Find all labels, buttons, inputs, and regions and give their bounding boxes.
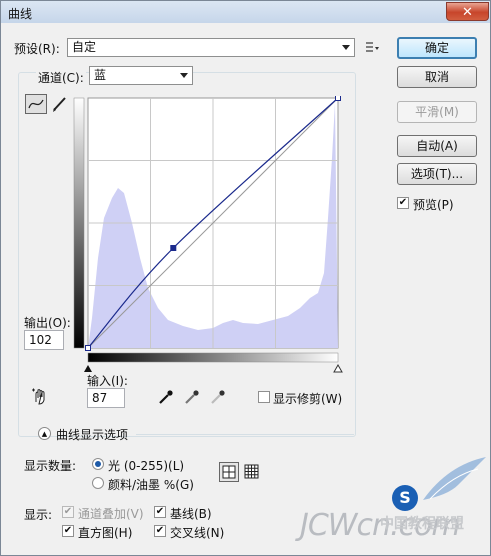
- close-button[interactable]: ✕: [446, 2, 489, 21]
- baseline-label: 基线(B): [170, 507, 212, 521]
- baseline-checkbox[interactable]: ✔: [154, 506, 166, 518]
- show-amount-label: 显示数量:: [24, 459, 77, 473]
- section-divider: [136, 434, 354, 435]
- channel-value: 蓝: [94, 68, 107, 82]
- watermark-wing-icon: [418, 455, 488, 505]
- channel-overlay-label: 通道叠加(V): [78, 507, 144, 521]
- smooth-button[interactable]: 平滑(M): [397, 101, 477, 123]
- preview-checkbox[interactable]: ✔: [397, 197, 409, 209]
- grid-fine-icon[interactable]: [243, 463, 261, 481]
- black-point-slider[interactable]: [84, 365, 92, 372]
- show-label: 显示:: [24, 508, 53, 522]
- light-radio-label: 光 (0-255)(L): [108, 459, 185, 473]
- preset-label: 预设(R):: [14, 42, 60, 56]
- window-title: 曲线: [8, 7, 33, 21]
- histogram-label: 直方图(H): [78, 526, 133, 540]
- auto-button[interactable]: 自动(A): [397, 135, 477, 157]
- light-radio[interactable]: [92, 458, 104, 470]
- intersection-line-label: 交叉线(N): [170, 526, 225, 540]
- pigment-radio[interactable]: [92, 477, 104, 489]
- input-field[interactable]: 87: [87, 388, 125, 408]
- white-point-slider[interactable]: [333, 363, 343, 373]
- watermark-brand: 中国教程联盟: [380, 516, 464, 532]
- cancel-button[interactable]: 取消: [397, 66, 477, 88]
- chevron-down-icon: [180, 73, 188, 78]
- preset-value: 自定: [72, 40, 97, 54]
- preview-label: 预览(P): [413, 198, 454, 212]
- preset-select[interactable]: 自定: [67, 38, 355, 57]
- show-clipping-label: 显示修剪(W): [273, 392, 343, 406]
- curves-graph[interactable]: [70, 96, 345, 376]
- chevron-down-icon: [342, 45, 350, 50]
- curve-point-tool-icon[interactable]: [25, 94, 47, 114]
- intersection-line-checkbox[interactable]: ✔: [154, 525, 166, 537]
- target-adjust-hand-icon[interactable]: [30, 386, 50, 406]
- ok-button[interactable]: 确定: [397, 37, 477, 59]
- curve-control-point[interactable]: [85, 345, 91, 351]
- black-point-eyedropper-icon[interactable]: [157, 388, 175, 406]
- pencil-icon[interactable]: [50, 94, 70, 114]
- preset-options-icon[interactable]: [364, 39, 380, 55]
- watermark-logo-badge: S: [392, 485, 418, 511]
- grid-coarse-icon[interactable]: [219, 462, 239, 482]
- options-button[interactable]: 选项(T)...: [397, 163, 477, 185]
- title-bar[interactable]: 曲线 ✕: [1, 1, 490, 23]
- curve-control-point[interactable]: [170, 245, 177, 251]
- show-clipping-checkbox[interactable]: [258, 391, 270, 403]
- channel-select[interactable]: 蓝: [89, 66, 193, 85]
- white-point-eyedropper-icon[interactable]: [209, 388, 227, 406]
- pigment-radio-label: 颜料/油墨 %(G): [108, 478, 194, 492]
- histogram-checkbox[interactable]: ✔: [62, 525, 74, 537]
- gray-point-eyedropper-icon[interactable]: [183, 388, 201, 406]
- channel-overlay-checkbox[interactable]: ✔: [62, 506, 74, 518]
- output-gradient-bar: [73, 97, 85, 349]
- output-label: 输出(O):: [24, 316, 71, 330]
- channel-label: 通道(C):: [36, 69, 86, 86]
- display-options-title: 曲线显示选项: [56, 428, 129, 442]
- output-field[interactable]: 102: [24, 330, 64, 350]
- curve-control-point[interactable]: [335, 96, 341, 101]
- input-label: 输入(I):: [87, 374, 128, 388]
- collapse-toggle-icon[interactable]: ▲: [38, 427, 51, 440]
- input-gradient-bar: [87, 352, 339, 363]
